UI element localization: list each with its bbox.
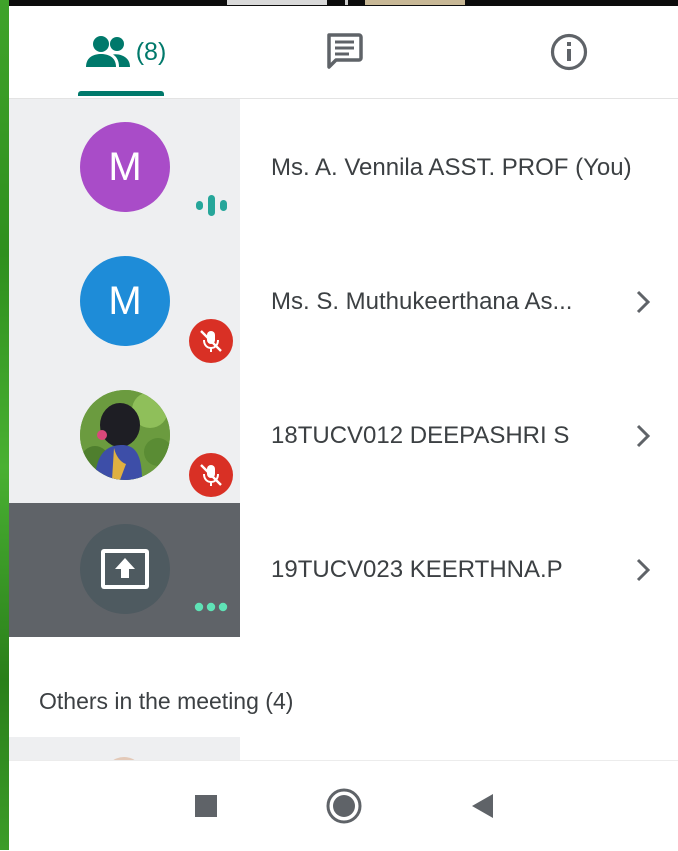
video-thumbnail[interactable] xyxy=(365,0,465,5)
tab-chat[interactable] xyxy=(309,6,379,98)
participant-name: 19TUCV023 KEERTHNA.P xyxy=(271,556,563,583)
more-dots-icon xyxy=(194,602,228,612)
divider xyxy=(345,0,348,5)
presenting-tile xyxy=(9,503,240,637)
participant-name: 18TUCV012 DEEPASHRI S xyxy=(271,422,570,449)
recents-button[interactable] xyxy=(186,786,226,826)
participant-row[interactable]: 19TUCV023 KEERTHNA.P xyxy=(9,503,678,637)
mic-off-icon xyxy=(200,330,222,352)
avatar-letter: M xyxy=(108,278,142,323)
info-icon xyxy=(550,33,588,71)
back-triangle-icon xyxy=(472,794,493,818)
back-button[interactable] xyxy=(462,786,502,826)
participant-name: Ms. A. Vennila ASST. PROF (You) xyxy=(271,154,632,181)
participant-name: Ms. S. Muthukeerthana As... xyxy=(271,288,573,315)
participant-row[interactable]: M Ms. A. Vennila ASST. PROF (You) xyxy=(9,101,678,235)
avatar-photo xyxy=(80,390,170,480)
presenting-avatar xyxy=(80,524,170,614)
circle-icon xyxy=(326,788,362,824)
video-thumbnail[interactable] xyxy=(227,0,327,5)
people-count: (8) xyxy=(135,37,167,66)
tab-people[interactable]: (8) xyxy=(71,6,181,98)
participant-row[interactable]: 18TUCV012 DEEPASHRI S xyxy=(9,369,678,503)
active-tab-indicator xyxy=(78,91,164,96)
speaking-indicator-icon xyxy=(196,195,227,216)
muted-badge xyxy=(189,453,233,497)
wallpaper-edge xyxy=(0,0,9,850)
muted-badge xyxy=(189,319,233,363)
chevron-right-icon[interactable] xyxy=(631,555,655,585)
participant-row[interactable]: M Ms. S. Muthukeerthana As... xyxy=(9,235,678,369)
home-button[interactable] xyxy=(324,786,364,826)
chevron-right-icon[interactable] xyxy=(631,287,655,317)
profile-photo xyxy=(80,390,170,480)
avatar: M xyxy=(80,122,170,212)
tab-info[interactable] xyxy=(534,6,604,98)
square-icon xyxy=(195,795,217,817)
avatar: M xyxy=(80,256,170,346)
mic-off-icon xyxy=(200,464,222,486)
avatar-letter: M xyxy=(108,144,142,189)
chat-icon xyxy=(327,33,363,69)
people-icon xyxy=(85,36,130,67)
tab-bar: (8) xyxy=(9,6,678,99)
system-nav-bar xyxy=(9,760,678,851)
chevron-right-icon[interactable] xyxy=(631,421,655,451)
others-section-header: Others in the meeting (4) xyxy=(39,688,294,714)
participant-row-partial[interactable] xyxy=(9,737,240,760)
present-screen-icon xyxy=(101,549,149,589)
